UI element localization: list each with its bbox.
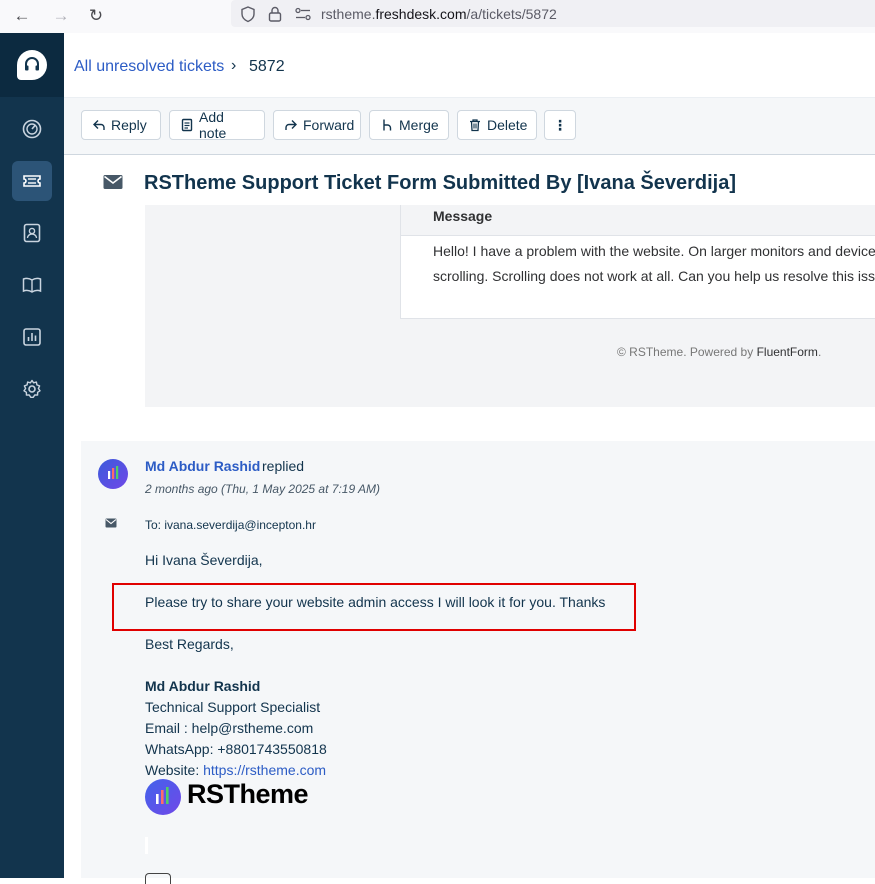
freshdesk-logo-icon[interactable] <box>17 50 47 80</box>
reply-body-text: Please try to share your website admin a… <box>145 594 606 610</box>
dashboard-gauge-icon <box>22 119 42 139</box>
breadcrumb-ticket-id: 5872 <box>249 58 285 75</box>
ticket-content: RSTheme Support Ticket Form Submitted By… <box>64 155 875 884</box>
form-message-text-line: Hello! I have a problem with the website… <box>433 243 875 259</box>
reply-label: Reply <box>111 117 147 133</box>
email-icon <box>103 175 123 189</box>
merge-icon <box>383 119 392 131</box>
breadcrumb-all-unresolved-link[interactable]: All unresolved tickets <box>74 58 224 76</box>
sidebar-item-knowledge-base[interactable] <box>12 265 52 305</box>
trash-icon <box>470 119 480 132</box>
submitted-form-preview: Message Hello! I have a problem with the… <box>145 205 875 407</box>
sidebar-item-tickets[interactable] <box>12 161 52 201</box>
signature-email: Email : help@rstheme.com <box>145 720 314 736</box>
lock-icon <box>268 6 282 22</box>
reports-chart-icon <box>23 328 41 346</box>
site-permissions-icon <box>295 7 311 21</box>
forward-arrow-icon[interactable]: → <box>49 4 73 28</box>
book-icon <box>22 277 42 293</box>
reply-arrow-icon <box>93 120 105 130</box>
browser-toolbar: ← → ↻ rstheme.freshdesk.com/a/tickets/58… <box>0 0 875 34</box>
reply-action-text: replied <box>262 458 305 474</box>
signature-website: Website: https://rstheme.com <box>145 762 327 778</box>
shield-icon <box>241 6 255 23</box>
address-bar[interactable]: rstheme.freshdesk.com/a/tickets/5872 <box>231 0 875 27</box>
forward-arrow-icon <box>285 120 297 130</box>
email-icon <box>105 518 117 528</box>
sidebar-header <box>0 33 64 97</box>
merge-button[interactable]: Merge <box>369 110 449 140</box>
sidebar-item-settings[interactable] <box>12 369 52 409</box>
sidebar <box>0 33 64 878</box>
agent-avatar <box>98 459 128 489</box>
page-header: All unresolved tickets › 5872 <box>64 33 875 98</box>
merge-label: Merge <box>399 117 439 133</box>
sidebar-item-dashboard[interactable] <box>12 109 52 149</box>
forward-button[interactable]: Forward <box>273 110 361 140</box>
add-note-button[interactable]: Add note <box>169 109 265 141</box>
agent-reply-card: Md Abdur Rashid replied 2 months ago (Th… <box>81 441 875 884</box>
reply-author-name[interactable]: Md Abdur Rashid <box>145 458 260 474</box>
ticket-toolbar: Reply Add note Forward Merge Delete ⋮ <box>64 98 875 155</box>
form-message-block: Message Hello! I have a problem with the… <box>400 205 875 319</box>
reply-closing: Best Regards, <box>145 636 234 652</box>
sidebar-item-reports[interactable] <box>12 317 52 357</box>
forward-label: Forward <box>303 117 355 133</box>
reply-greeting: Hi Ivana Ševerdija, <box>145 552 263 568</box>
sidebar-item-contacts[interactable] <box>12 213 52 253</box>
form-message-label: Message <box>433 208 493 224</box>
more-actions-button[interactable]: ⋮ <box>544 110 576 140</box>
signature-title: Technical Support Specialist <box>145 699 321 715</box>
breadcrumb-separator: › <box>231 57 237 74</box>
note-icon <box>181 118 193 132</box>
form-message-text-line: scrolling. Scrolling does not work at al… <box>433 268 875 284</box>
reply-recipient: To: ivana.severdija@incepton.hr <box>145 518 316 532</box>
ticket-subject: RSTheme Support Ticket Form Submitted By… <box>144 172 736 194</box>
back-arrow-icon[interactable]: ← <box>10 4 34 28</box>
reload-icon[interactable]: ↻ <box>84 4 108 28</box>
reply-button[interactable]: Reply <box>81 110 161 140</box>
rstheme-logo-text: RSTheme <box>187 779 309 809</box>
form-footer-note: © RSTheme. Powered by FluentForm. <box>617 345 822 359</box>
delete-button[interactable]: Delete <box>457 110 537 140</box>
rstheme-logo-icon <box>145 779 181 815</box>
signature-whatsapp: WhatsApp: +8801743550818 <box>145 741 327 757</box>
attachment-icon[interactable] <box>145 873 171 884</box>
add-note-label: Add note <box>199 109 227 141</box>
ticket-icon <box>23 175 41 187</box>
contact-card-icon <box>23 223 41 243</box>
reply-timestamp: 2 months ago (Thu, 1 May 2025 at 7:19 AM… <box>145 482 381 496</box>
website-link[interactable]: https://rstheme.com <box>203 762 326 778</box>
signature-name: Md Abdur Rashid <box>145 678 261 694</box>
text-cursor <box>145 837 148 854</box>
more-dots-icon: ⋮ <box>553 116 567 133</box>
delete-label: Delete <box>487 117 528 133</box>
form-message-header: Message <box>401 205 875 236</box>
url-text[interactable]: rstheme.freshdesk.com/a/tickets/5872 <box>321 6 557 22</box>
gear-icon <box>23 379 41 398</box>
